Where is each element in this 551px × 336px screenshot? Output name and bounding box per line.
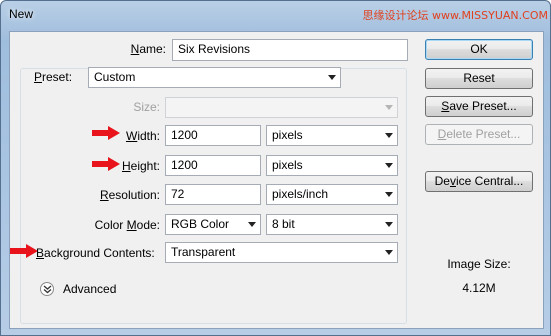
dropdown-arrow-icon <box>385 250 393 255</box>
resolution-unit-select[interactable]: pixels/inch <box>266 184 398 205</box>
preset-select[interactable]: Custom <box>88 67 341 88</box>
ok-button[interactable]: OK <box>425 39 533 60</box>
height-unit-value: pixels <box>272 158 303 172</box>
color-mode-value: RGB Color <box>171 217 230 231</box>
window-title: New <box>9 7 34 21</box>
color-mode-select[interactable]: RGB Color <box>165 214 261 235</box>
size-label: Size: <box>133 100 160 114</box>
advanced-label[interactable]: Advanced <box>63 282 116 296</box>
width-unit-value: pixels <box>272 128 303 142</box>
dropdown-arrow-icon <box>385 133 393 138</box>
width-label: Width: <box>125 129 160 143</box>
dialog-window: New 思缘设计论坛 www.MISSYUAN.COM Name: Six Re… <box>0 0 551 336</box>
color-mode-label: Color Mode: <box>94 218 160 232</box>
height-unit-select[interactable]: pixels <box>266 155 398 176</box>
height-label: Height: <box>121 159 160 173</box>
background-contents-select[interactable]: Transparent <box>165 242 398 263</box>
resolution-input[interactable]: 72 <box>165 184 261 205</box>
image-size-label: Image Size: <box>447 257 511 271</box>
watermark: 思缘设计论坛 www.MISSYUAN.COM <box>362 9 548 22</box>
image-size-value: 4.12M <box>462 281 496 295</box>
dropdown-arrow-icon <box>385 105 393 110</box>
dropdown-arrow-icon <box>328 75 336 80</box>
resolution-unit-value: pixels/inch <box>272 187 329 201</box>
delete-preset-button[interactable]: Delete Preset... <box>425 124 533 145</box>
dropdown-arrow-icon <box>385 222 393 227</box>
title-bar[interactable]: New 思缘设计论坛 www.MISSYUAN.COM <box>1 1 551 29</box>
bit-depth-select[interactable]: 8 bit <box>266 214 398 235</box>
device-central-button[interactable]: Device Central... <box>425 171 533 192</box>
dropdown-arrow-icon <box>385 163 393 168</box>
size-select[interactable] <box>165 97 398 118</box>
bit-depth-value: 8 bit <box>272 217 295 231</box>
dialog-client-area: Name: Six Revisions Preset: Custom Size:… <box>9 31 544 329</box>
background-contents-value: Transparent <box>171 245 236 259</box>
preset-label: Preset: <box>30 70 92 84</box>
save-preset-button[interactable]: Save Preset... <box>425 96 533 117</box>
height-input[interactable]: 1200 <box>165 155 261 176</box>
dropdown-arrow-icon <box>385 192 393 197</box>
reset-button[interactable]: Reset <box>425 68 533 89</box>
background-contents-label: Background Contents: <box>36 246 155 260</box>
name-label: Name: <box>130 42 166 56</box>
name-input[interactable]: Six Revisions <box>172 39 408 61</box>
resolution-label: Resolution: <box>99 188 160 202</box>
dropdown-arrow-icon <box>248 222 256 227</box>
width-input[interactable]: 1200 <box>165 125 261 146</box>
preset-value: Custom <box>94 70 136 84</box>
width-unit-select[interactable]: pixels <box>266 125 398 146</box>
chevron-double-down-icon[interactable] <box>40 282 54 296</box>
